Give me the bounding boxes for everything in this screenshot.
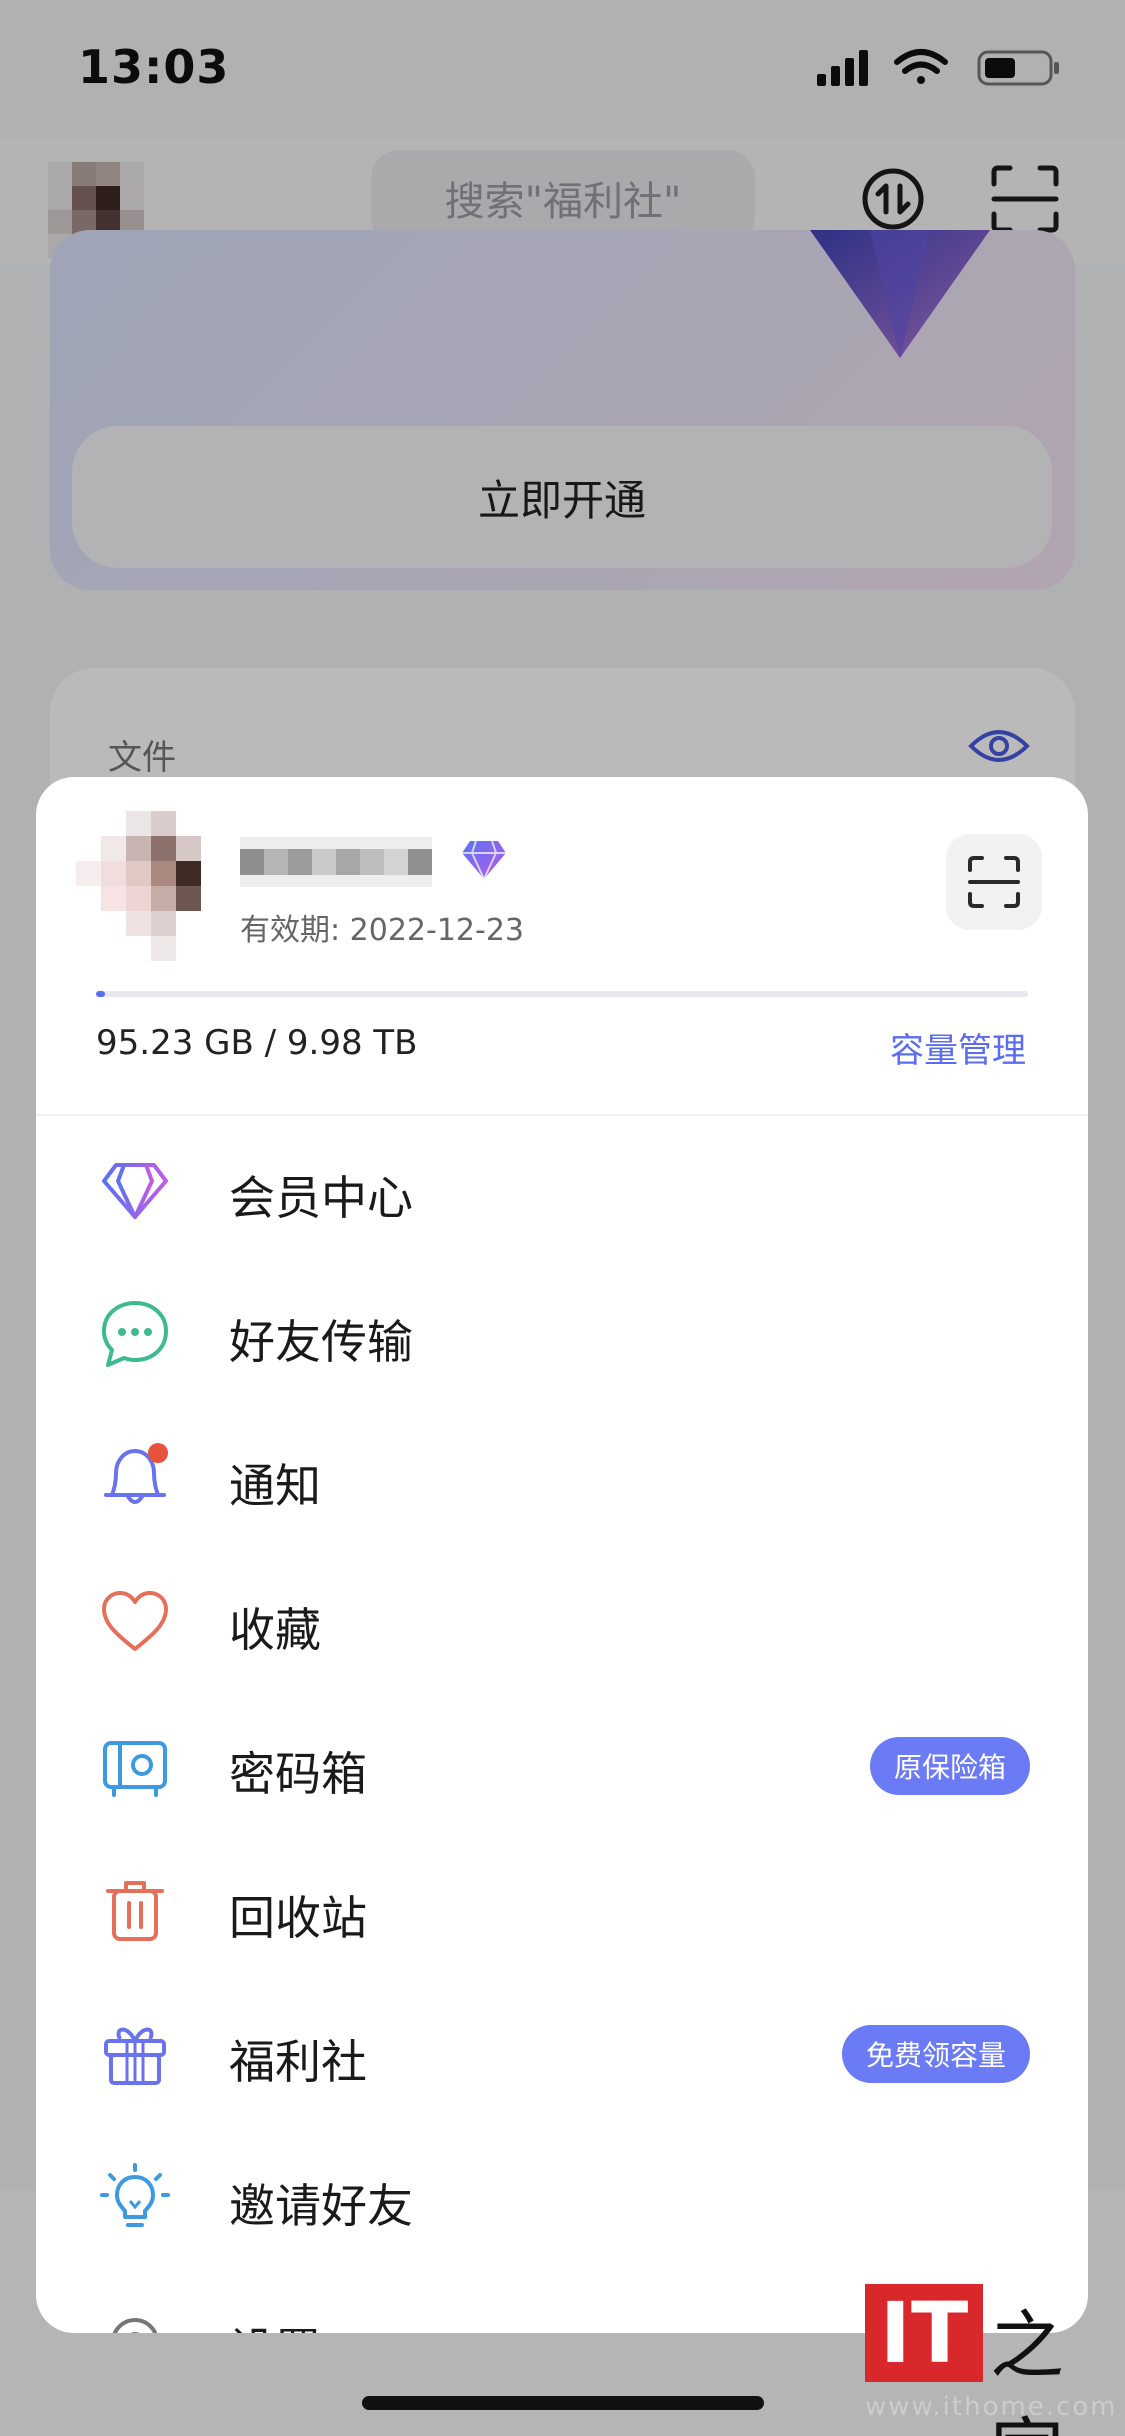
- menu-label: 通知: [229, 1459, 321, 1513]
- heart-icon: [102, 1591, 168, 1651]
- chat-bubble-icon: [102, 1301, 168, 1367]
- menu-item-favorites[interactable]: 收藏: [36, 1547, 1088, 1691]
- trash-icon: [106, 1881, 164, 1941]
- gear-icon: [112, 2318, 158, 2333]
- capacity-usage: 95.23 GB / 9.98 TB: [96, 1023, 418, 1063]
- menu-label: 设置: [229, 2314, 321, 2333]
- watermark-logo: IT: [865, 2284, 983, 2382]
- profile-avatar[interactable]: [76, 811, 226, 961]
- vip-diamond-icon: [462, 840, 506, 881]
- account-sheet: 有效期: 2022-12-23 95.23 GB / 9.98 TB 容量管理: [36, 777, 1088, 2333]
- menu-item-welfare[interactable]: 福利社 免费领容量: [36, 1979, 1088, 2123]
- menu-label: 会员中心: [229, 1171, 413, 1225]
- bell-icon: [104, 1443, 168, 1504]
- capacity-progress-fill: [96, 991, 105, 997]
- menu-item-recycle-bin[interactable]: 回收站: [36, 1835, 1088, 1979]
- menu-label: 回收站: [229, 1891, 367, 1945]
- membership-expiry: 有效期: 2022-12-23: [240, 913, 524, 948]
- menu-item-member-center[interactable]: 会员中心: [36, 1115, 1088, 1259]
- diamond-icon: [102, 1163, 168, 1219]
- menu-label: 福利社: [229, 2035, 367, 2089]
- menu-label: 密码箱: [229, 1747, 367, 1801]
- menu-item-password-box[interactable]: 密码箱 原保险箱: [36, 1691, 1088, 1835]
- menu-label: 好友传输: [229, 1315, 413, 1369]
- menu-item-notifications[interactable]: 通知: [36, 1403, 1088, 1547]
- gift-icon: [104, 2027, 166, 2085]
- safe-icon: [103, 1741, 167, 1797]
- sheet-menu: 会员中心 好友传输 通知 收藏 密码箱 原保险箱 回收站 福利社 免费领容量 邀…: [36, 1115, 1088, 2333]
- home-indicator[interactable]: [362, 2396, 764, 2410]
- notification-dot: [148, 1443, 168, 1463]
- menu-item-friend-transfer[interactable]: 好友传输: [36, 1259, 1088, 1403]
- free-capacity-badge[interactable]: 免费领容量: [841, 2025, 1030, 2083]
- scan-icon: [968, 856, 1020, 908]
- lightbulb-icon: [100, 2163, 170, 2227]
- watermark-url: www.ithome.com: [865, 2392, 1118, 2422]
- menu-label: 收藏: [229, 1603, 321, 1657]
- profile-name-blurred: [240, 837, 432, 887]
- capacity-manage-link[interactable]: 容量管理: [890, 1023, 1026, 1072]
- menu-item-invite-friends[interactable]: 邀请好友: [36, 2123, 1088, 2267]
- sheet-scan-button[interactable]: [946, 834, 1042, 930]
- capacity-progress-bar: [96, 991, 1028, 997]
- menu-label: 邀请好友: [229, 2179, 413, 2233]
- vault-badge: 原保险箱: [869, 1737, 1030, 1795]
- watermark: IT 之家 www.ithome.com: [865, 2284, 1120, 2436]
